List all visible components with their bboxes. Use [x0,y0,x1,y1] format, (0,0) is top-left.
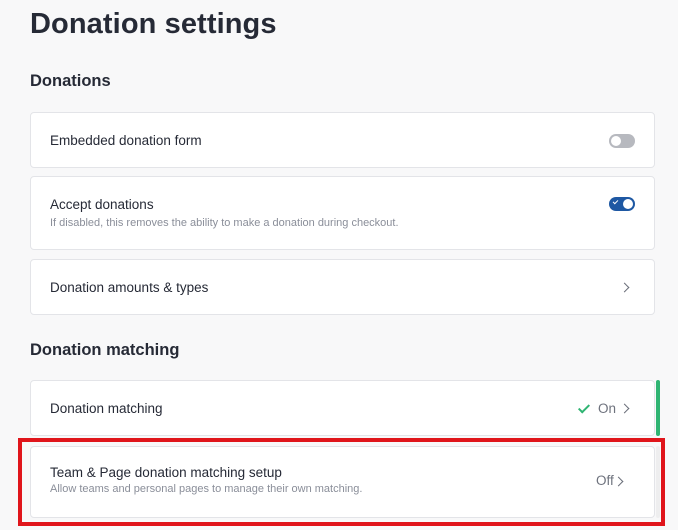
embedded-donation-form-label: Embedded donation form [50,133,202,148]
page-title: Donation settings [30,8,277,40]
donation-amounts-types-row[interactable]: Donation amounts & types [30,259,655,315]
team-page-matching-setup-row[interactable]: Team & Page donation matching setup Allo… [30,446,660,518]
donation-matching-row[interactable]: Donation matching On [30,380,660,436]
active-accent-bar [656,380,660,436]
chevron-right-icon [619,282,630,293]
accept-donations-label: Accept donations [50,197,154,212]
donation-matching-label: Donation matching [50,401,163,416]
embedded-donation-form-toggle[interactable] [609,134,635,148]
accept-donations-toggle[interactable] [609,197,635,211]
toggle-check-icon [612,198,619,205]
accept-donations-row[interactable]: Accept donations If disabled, this remov… [30,176,655,250]
section-title-donations: Donations [30,72,111,90]
donation-matching-status: On [598,401,617,416]
donation-amounts-types-label: Donation amounts & types [50,280,209,295]
chevron-right-icon [619,403,630,414]
toggle-knob [623,199,633,209]
accept-donations-description: If disabled, this removes the ability to… [50,217,399,229]
inactive-accent-bar [656,446,660,518]
team-page-matching-status: Off [596,473,614,488]
toggle-knob [611,136,621,146]
section-title-donation-matching: Donation matching [30,341,180,359]
team-page-matching-setup-description: Allow teams and personal pages to manage… [50,483,363,495]
team-page-matching-setup-label: Team & Page donation matching setup [50,465,282,480]
embedded-donation-form-row[interactable]: Embedded donation form [30,112,655,168]
check-icon [577,401,591,414]
chevron-right-icon [613,476,624,487]
